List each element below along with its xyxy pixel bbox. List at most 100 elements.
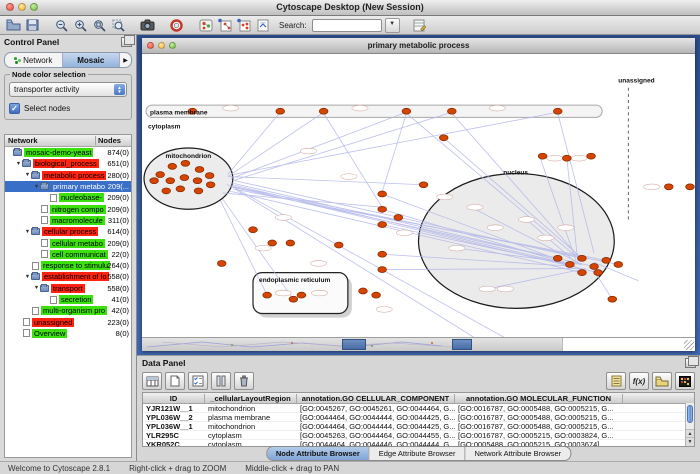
- attribute-table[interactable]: ID _cellularLayoutRegion annotation.GO C…: [142, 392, 695, 447]
- minimize-window-icon[interactable]: [18, 3, 26, 11]
- select-nodes-label: Select nodes: [24, 104, 70, 113]
- scroll-down-icon[interactable]: ▼: [686, 437, 694, 446]
- tree-row-node-count: 223(0): [107, 318, 129, 327]
- delete-attribute-icon[interactable]: [234, 372, 254, 390]
- open-file-icon[interactable]: [5, 18, 22, 33]
- tree-row-label: macromolecule: [50, 216, 105, 225]
- tab-overflow-arrow-icon[interactable]: ▶: [120, 53, 131, 67]
- tab-network-attribute-browser[interactable]: Network Attribute Browser: [465, 447, 570, 460]
- table-scrollbar[interactable]: ▲ ▼: [685, 403, 694, 446]
- col-layout-region[interactable]: _cellularLayoutRegion: [205, 394, 297, 403]
- cytoplasm-label: cytoplasm: [148, 124, 180, 131]
- help-lifering-icon[interactable]: [168, 18, 185, 33]
- network-tree-row[interactable]: multi-organism pro 42(0): [5, 305, 131, 316]
- network-tree-row[interactable]: ▼ primary metabo 209(...: [5, 181, 131, 192]
- tab-network[interactable]: Network: [5, 53, 63, 67]
- notes-icon[interactable]: [606, 372, 626, 390]
- formula-fx-icon[interactable]: f(x): [629, 372, 649, 390]
- network-tree-row[interactable]: nitrogen compo 209(0): [5, 203, 131, 214]
- network-tree-row[interactable]: cell communicat 22(0): [5, 249, 131, 260]
- tab-node-attribute-browser[interactable]: Node Attribute Browser: [267, 447, 370, 460]
- network-desktop: primary metabolic process: [137, 35, 700, 355]
- float-panel-icon[interactable]: [121, 37, 132, 47]
- zoom-window-icon[interactable]: [30, 3, 38, 11]
- network-view-titlebar[interactable]: primary metabolic process: [142, 38, 695, 54]
- unassigned-label: unassigned: [618, 78, 654, 85]
- tab-edge-attribute-browser[interactable]: Edge Attribute Browser: [370, 447, 466, 460]
- col-molecular-function[interactable]: annotation.GO MOLECULAR_FUNCTION: [455, 394, 623, 403]
- node-color-dropdown[interactable]: transporter activity ▲▼: [9, 82, 127, 97]
- control-panel: Control Panel Network Mosaic ▶ Node colo…: [0, 35, 137, 462]
- resize-grip-icon[interactable]: [684, 340, 694, 350]
- zoom-selected-region-icon[interactable]: [110, 18, 127, 33]
- tree-row-label: cell communicat: [50, 250, 108, 259]
- attribute-matrix-icon[interactable]: [675, 372, 695, 390]
- tree-row-label: multi-organism pro: [41, 306, 107, 315]
- app-titlebar[interactable]: Cytoscape Desktop (New Session): [0, 0, 700, 16]
- vizmapper-icon[interactable]: [254, 18, 271, 33]
- network-tree-row[interactable]: mosaic-demo-yeast 874(0): [5, 147, 131, 158]
- attribute-table-header[interactable]: ID _cellularLayoutRegion annotation.GO C…: [143, 393, 694, 404]
- network-tree-row[interactable]: cellular metabo 209(0): [5, 237, 131, 248]
- file-icon: [41, 239, 48, 247]
- col-id[interactable]: ID: [143, 394, 205, 403]
- view-zoom-icon[interactable]: [169, 42, 176, 49]
- expander-icon[interactable]: ▼: [15, 161, 22, 167]
- background-window-strip[interactable]: [142, 337, 695, 351]
- expander-icon[interactable]: ▼: [24, 229, 31, 235]
- import-attributes-icon[interactable]: [652, 372, 672, 390]
- expander-icon[interactable]: ▼: [24, 172, 31, 178]
- scrollbar-thumb[interactable]: [687, 405, 693, 423]
- col-cellular-component[interactable]: annotation.GO CELLULAR_COMPONENT: [297, 394, 455, 403]
- tab-mosaic[interactable]: Mosaic: [63, 53, 121, 67]
- apply-layout-a-icon[interactable]: [216, 18, 233, 33]
- select-nodes-checkbox[interactable]: ✓: [9, 103, 20, 114]
- network-nodes[interactable]: [150, 108, 695, 302]
- view-close-icon[interactable]: [147, 42, 154, 49]
- search-settings-icon[interactable]: [412, 18, 429, 33]
- network-tree-row[interactable]: ▼ establishment of lo 558(0): [5, 271, 131, 282]
- zoom-out-icon[interactable]: [53, 18, 70, 33]
- expander-icon[interactable]: ▼: [33, 184, 40, 190]
- network-tree-row[interactable]: ▼ cellular process 614(0): [5, 226, 131, 237]
- network-view-window[interactable]: primary metabolic process: [142, 38, 695, 351]
- search-dropdown-icon[interactable]: ▼: [385, 18, 400, 33]
- node-color-dropdown-value: transporter activity: [14, 85, 79, 94]
- network-tree-row[interactable]: response to stimulu 264(0): [5, 260, 131, 271]
- network-tree-row[interactable]: secretion 41(0): [5, 294, 131, 305]
- create-attribute-icon[interactable]: [165, 372, 185, 390]
- tree-row-node-count: 209(...: [108, 182, 129, 191]
- nucleus-region: [419, 174, 615, 309]
- attribute-grid-icon[interactable]: [142, 372, 162, 390]
- float-data-panel-icon[interactable]: [685, 358, 696, 368]
- select-attributes-icon[interactable]: [188, 372, 208, 390]
- expander-icon[interactable]: ▼: [24, 274, 31, 280]
- tree-row-label: unassigned: [32, 318, 74, 327]
- zoom-fit-content-icon[interactable]: [91, 18, 108, 33]
- tree-column-network: Network: [5, 136, 95, 145]
- network-tree-row[interactable]: ▼ biological_process 651(0): [5, 158, 131, 169]
- network-tree-row[interactable]: nucleobase- 209(0): [5, 192, 131, 203]
- view-minimize-icon[interactable]: [158, 42, 165, 49]
- network-tree-row[interactable]: macromolecule 311(0): [5, 215, 131, 226]
- network-tree-row[interactable]: unassigned 223(0): [5, 316, 131, 327]
- attribute-columns-icon[interactable]: [211, 372, 231, 390]
- annotation-network-icon[interactable]: [197, 18, 214, 33]
- close-window-icon[interactable]: [6, 3, 14, 11]
- zoom-in-icon[interactable]: [72, 18, 89, 33]
- network-tree-row[interactable]: ▼ metabolic process 280(0): [5, 170, 131, 181]
- network-tree-row[interactable]: Overview 8(0): [5, 328, 131, 339]
- apply-layout-b-icon[interactable]: [235, 18, 252, 33]
- search-input[interactable]: [312, 19, 382, 32]
- snapshot-camera-icon[interactable]: [139, 18, 156, 33]
- expander-icon[interactable]: ▼: [33, 285, 40, 291]
- tree-column-nodes: Nodes: [95, 136, 131, 145]
- tree-row-node-count: 558(0): [107, 284, 129, 293]
- network-tree-rows: mosaic-demo-yeast 874(0) ▼ biological_pr…: [5, 147, 131, 339]
- save-session-icon[interactable]: [24, 18, 41, 33]
- network-canvas[interactable]: plasma membrane cytoplasm mitochondrion …: [142, 54, 695, 338]
- tree-row-node-count: 558(0): [107, 272, 129, 281]
- network-tree-row[interactable]: ▼ transport 558(0): [5, 283, 131, 294]
- tab-mosaic-label: Mosaic: [77, 56, 104, 65]
- tree-row-label: Overview: [32, 329, 67, 338]
